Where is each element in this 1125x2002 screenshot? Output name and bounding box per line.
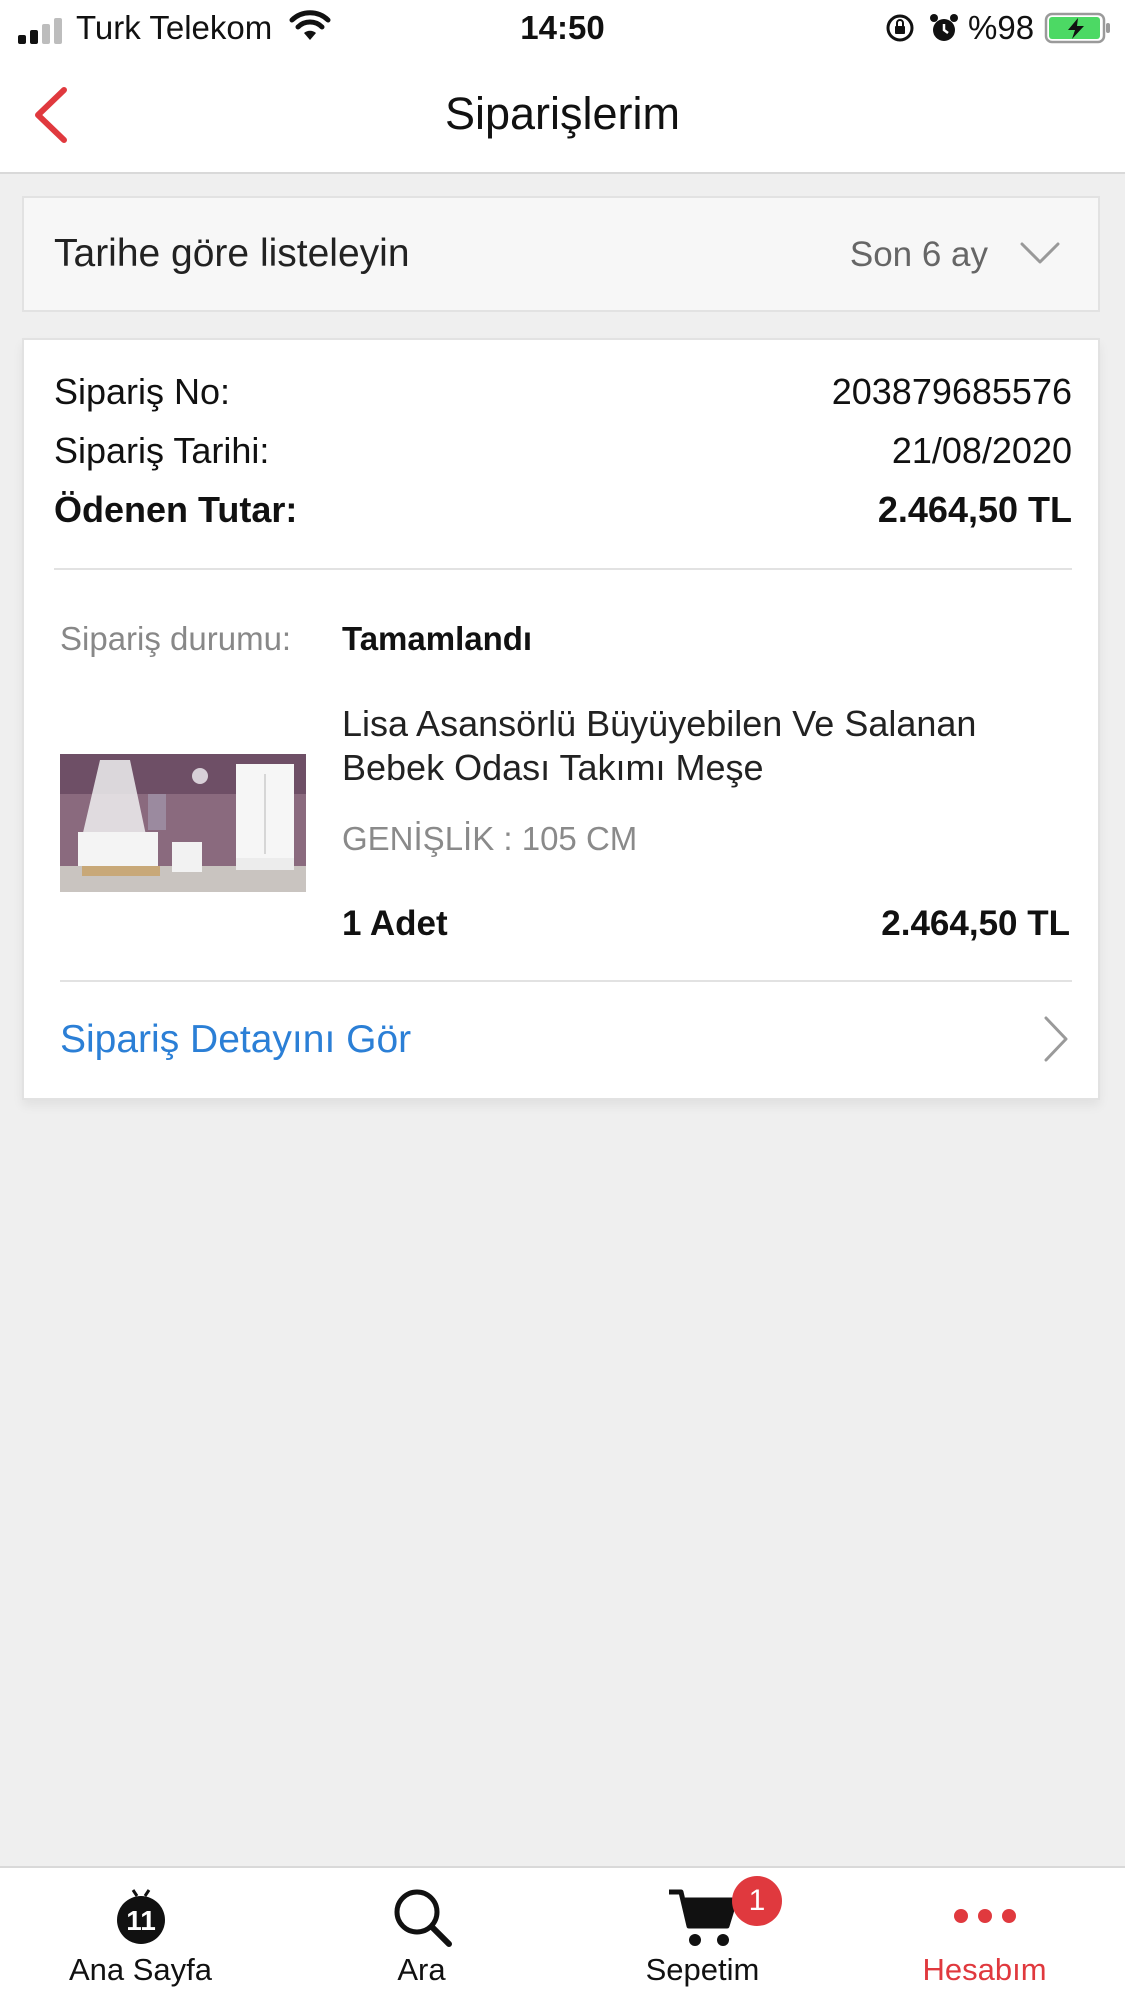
- product-title[interactable]: Lisa Asansörlü Büyüyebilen Ve Salanan Be…: [342, 702, 1082, 790]
- more-dots-icon: [953, 1909, 1016, 1923]
- date-filter-dropdown[interactable]: Tarihe göre listeleyin Son 6 ay: [22, 196, 1100, 312]
- page-title: Siparişlerim: [444, 88, 681, 139]
- order-number-label: Sipariş No:: [54, 371, 231, 412]
- cart-count-badge: 1: [732, 1876, 782, 1926]
- order-status-value: Tamamlandı: [342, 620, 533, 657]
- status-bar: Turk Telekom 14:50 %98: [0, 0, 1125, 58]
- battery-percent: %98: [968, 9, 1035, 46]
- paid-amount-label: Ödenen Tutar:: [54, 489, 298, 530]
- home-logo-icon: 11: [116, 1889, 165, 1944]
- paid-amount-value: 2.464,50 TL: [877, 489, 1072, 530]
- divider: [60, 980, 1072, 982]
- chevron-down-icon: [1020, 242, 1060, 264]
- chevron-right-icon[interactable]: [1042, 1014, 1070, 1064]
- product-price: 2.464,50 TL: [881, 904, 1070, 943]
- cart-icon: [668, 1889, 737, 1946]
- order-number-value: 203879685576: [831, 371, 1072, 412]
- tab-label: Ana Sayfa: [68, 1952, 213, 1987]
- product-quantity: 1 Adet: [342, 904, 448, 943]
- tab-account[interactable]: Hesabım: [844, 1868, 1125, 2002]
- battery-icon: [1044, 12, 1110, 44]
- divider: [54, 568, 1072, 570]
- order-date-label: Sipariş Tarihi:: [54, 430, 270, 471]
- tab-bar: 11 Ana Sayfa Ara Sepetim Hesabım: [0, 1866, 1125, 2002]
- tab-cart[interactable]: Sepetim: [562, 1868, 843, 2002]
- order-detail-link[interactable]: Sipariş Detayını Gör: [60, 1016, 411, 1064]
- product-image[interactable]: [60, 754, 306, 892]
- svg-text:11: 11: [126, 1905, 156, 1936]
- order-card: Sipariş No: 203879685576 Sipariş Tarihi:…: [22, 338, 1100, 1100]
- navigation-bar: Siparişlerim: [0, 58, 1125, 174]
- filter-label: Tarihe göre listeleyin: [54, 232, 410, 275]
- tab-label: Hesabım: [922, 1952, 1047, 1987]
- search-icon: [394, 1889, 452, 1947]
- alarm-icon: [930, 14, 958, 41]
- tab-label: Sepetim: [645, 1952, 760, 1987]
- order-status-label: Sipariş durumu:: [60, 620, 292, 657]
- tab-label: Ara: [397, 1952, 446, 1987]
- tab-home[interactable]: 11 Ana Sayfa: [0, 1868, 281, 2002]
- product-variant: GENİŞLİK : 105 CM: [342, 820, 638, 857]
- filter-selected-value: Son 6 ay: [849, 235, 988, 274]
- tab-search[interactable]: Ara: [281, 1868, 562, 2002]
- orientation-lock-icon: [886, 14, 914, 42]
- order-date-value: 21/08/2020: [891, 430, 1072, 471]
